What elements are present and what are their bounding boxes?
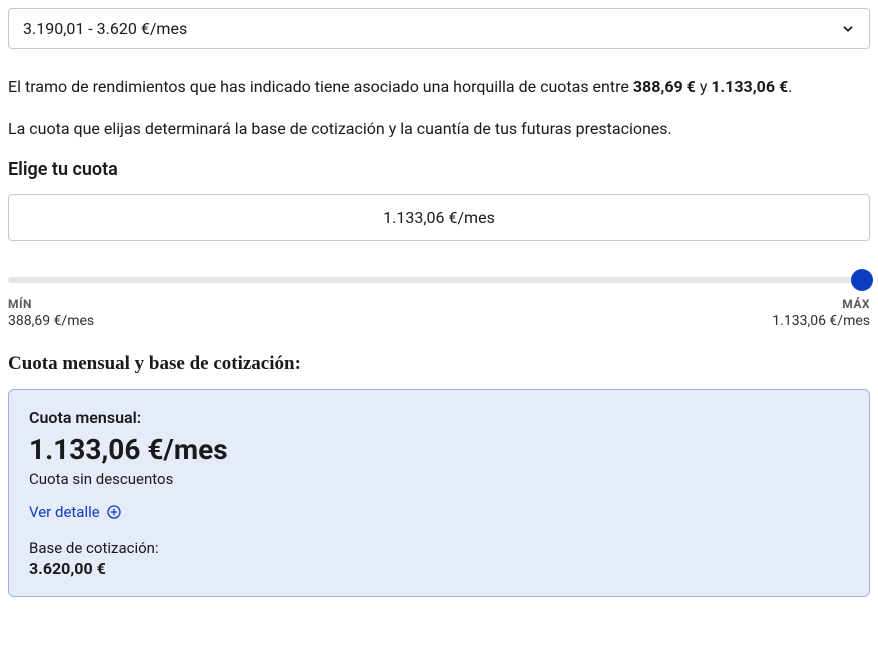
slider-max-value: 1.133,06 €/mes: [772, 313, 870, 329]
desc-max-bold: 1.133,06 €: [711, 77, 788, 96]
cuota-value-input[interactable]: 1.133,06 €/mes: [8, 194, 870, 241]
income-range-value: 3.190,01 - 3.620 €/mes: [23, 19, 187, 38]
desc-line1-end: .: [788, 77, 792, 96]
cuota-slider[interactable]: MÍN 388,69 €/mes MÁX 1.133,06 €/mes: [8, 277, 870, 329]
cuota-note: Cuota sin descuentos: [29, 470, 849, 488]
cuota-mensual-value: 1.133,06 €/mes: [29, 433, 849, 466]
ver-detalle-text: Ver detalle: [29, 503, 100, 521]
income-range-select[interactable]: 3.190,01 - 3.620 €/mes: [8, 8, 870, 49]
choose-cuota-label: Elige tu cuota: [8, 159, 870, 180]
slider-min-end: MÍN 388,69 €/mes: [8, 297, 94, 329]
desc-min-bold: 388,69 €: [633, 77, 696, 96]
base-cotizacion-value: 3.620,00 €: [29, 559, 849, 578]
slider-min-value: 388,69 €/mes: [8, 313, 94, 329]
chevron-down-icon: [841, 22, 855, 36]
slider-max-end: MÁX 1.133,06 €/mes: [772, 297, 870, 329]
slider-max-label: MÁX: [772, 297, 870, 311]
base-cotizacion-label: Base de cotización:: [29, 539, 849, 557]
cuota-value-text: 1.133,06 €/mes: [383, 208, 495, 227]
plus-circle-icon: [106, 504, 122, 520]
description-text: El tramo de rendimientos que has indicad…: [8, 75, 870, 141]
desc-line1-mid: y: [696, 77, 712, 96]
results-card: Cuota mensual: 1.133,06 €/mes Cuota sin …: [8, 389, 870, 597]
slider-thumb[interactable]: [851, 269, 873, 291]
cuota-mensual-label: Cuota mensual:: [29, 408, 849, 427]
desc-line2: La cuota que elijas determinará la base …: [8, 117, 870, 141]
desc-line1-pre: El tramo de rendimientos que has indicad…: [8, 77, 633, 96]
slider-min-label: MÍN: [8, 297, 94, 311]
slider-track: [8, 277, 870, 283]
results-title: Cuota mensual y base de cotización:: [8, 353, 870, 375]
ver-detalle-link[interactable]: Ver detalle: [29, 503, 122, 521]
